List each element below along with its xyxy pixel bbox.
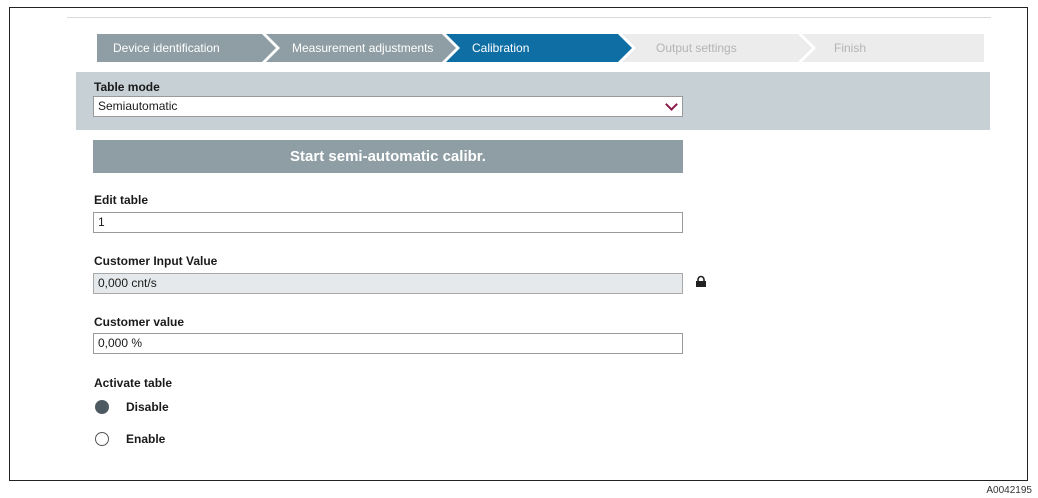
wizard-step-finish[interactable]: Finish bbox=[802, 34, 984, 62]
table-mode-label: Table mode bbox=[94, 80, 160, 94]
top-divider bbox=[67, 17, 991, 18]
radio-enable[interactable] bbox=[95, 432, 109, 446]
radio-enable-label: Enable bbox=[126, 432, 166, 446]
customer-value-input[interactable]: 0,000 % bbox=[93, 333, 683, 354]
edit-table-input[interactable]: 1 bbox=[93, 212, 683, 233]
lock-icon bbox=[696, 275, 706, 287]
start-calibration-button[interactable]: Start semi-automatic calibr. bbox=[93, 140, 683, 173]
radio-disable-label: Disable bbox=[126, 400, 169, 414]
wizard-steps: Device identification Measurement adjust… bbox=[97, 34, 984, 62]
wizard-step-label: Finish bbox=[834, 41, 867, 55]
wizard-step-label: Device identification bbox=[113, 41, 220, 55]
wizard-step-label: Calibration bbox=[472, 41, 530, 55]
wizard-step-label: Measurement adjustments bbox=[292, 41, 434, 55]
figure-code: A0042195 bbox=[986, 485, 1032, 496]
chevron-down-icon bbox=[665, 98, 678, 111]
radio-disable[interactable] bbox=[95, 400, 109, 414]
edit-table-label: Edit table bbox=[94, 193, 149, 207]
customer-input-value-label: Customer Input Value bbox=[94, 254, 218, 268]
customer-value-label: Customer value bbox=[94, 315, 185, 329]
table-mode-select[interactable]: Semiautomatic bbox=[93, 96, 683, 117]
wizard-step-measurement-adjustments[interactable]: Measurement adjustments bbox=[266, 34, 456, 62]
wizard-step-output-settings[interactable]: Output settings bbox=[622, 34, 812, 62]
wizard-step-calibration[interactable]: Calibration bbox=[446, 34, 632, 62]
table-mode-value: Semiautomatic bbox=[98, 99, 178, 113]
wizard-step-label: Output settings bbox=[656, 41, 737, 55]
activate-table-label: Activate table bbox=[94, 376, 173, 390]
customer-input-value-field: 0,000 cnt/s bbox=[93, 273, 683, 294]
wizard-step-device-identification[interactable]: Device identification bbox=[97, 34, 276, 62]
